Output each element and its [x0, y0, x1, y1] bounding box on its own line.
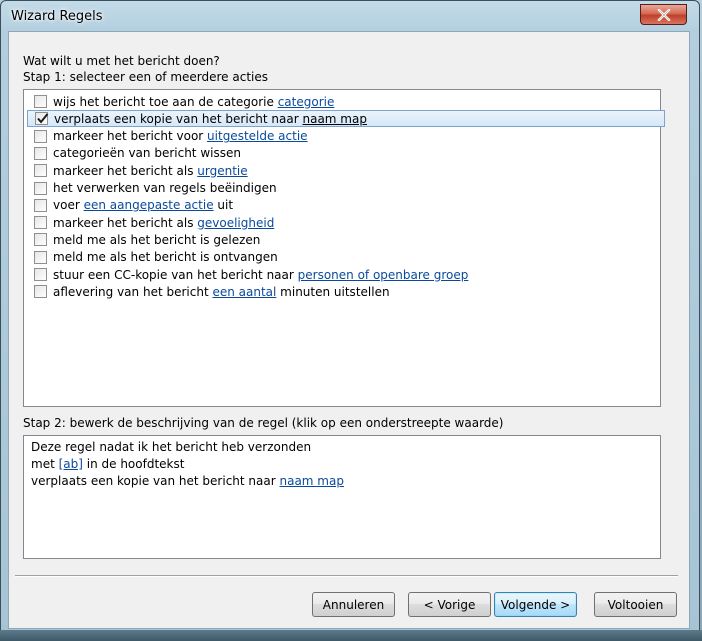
description-text: verplaats een kopie van het bericht naar [31, 474, 280, 488]
action-item[interactable]: het verwerken van regels beëindigen [27, 180, 665, 197]
action-text: stuur een CC-kopie van het bericht naar [53, 267, 298, 282]
action-item[interactable]: verplaats een kopie van het bericht naar… [27, 110, 665, 128]
action-item[interactable]: aflevering van het bericht een aantal mi… [27, 283, 665, 300]
next-button[interactable]: Volgende > [494, 592, 577, 617]
description-text: met [31, 457, 59, 471]
taskbar-strip [0, 630, 702, 641]
description-text: in de hoofdtekst [82, 457, 185, 471]
checkbox[interactable] [34, 216, 47, 230]
checkbox[interactable] [34, 181, 47, 195]
checkbox[interactable] [34, 129, 47, 143]
checkbox-checked[interactable] [35, 112, 49, 126]
close-icon [657, 8, 670, 21]
action-item[interactable]: categorieën van bericht wissen [27, 145, 665, 162]
action-text: markeer het bericht als [53, 215, 198, 230]
action-text: uit [213, 198, 234, 213]
actions-list[interactable]: wijs het bericht toe aan de categorie ca… [23, 89, 665, 407]
action-link[interactable]: een aangepaste actie [84, 198, 214, 212]
checkmark-icon [37, 113, 49, 124]
action-link[interactable]: naam map [302, 112, 366, 126]
checkbox[interactable] [34, 95, 47, 108]
title-bar[interactable]: Wizard Regels [1, 1, 699, 33]
action-link[interactable]: categorie [278, 95, 335, 109]
step1-label: Stap 1: selecteer een of meerdere acties [23, 70, 269, 84]
action-item[interactable]: meld me als het bericht is ontvangen [27, 249, 665, 266]
description-link[interactable]: naam map [279, 474, 343, 488]
action-text: het verwerken van regels beëindigen [53, 181, 277, 195]
description-line: met [ab] in de hoofdtekst [31, 456, 660, 473]
action-item[interactable]: markeer het bericht als gevoeligheid [27, 214, 665, 231]
action-link[interactable]: personen of openbare groep [298, 268, 469, 282]
action-item[interactable]: voer een aangepaste actie uit [27, 197, 665, 214]
action-item[interactable]: meld me als het bericht is gelezen [27, 231, 665, 248]
checkbox[interactable] [34, 198, 47, 212]
checkbox[interactable] [34, 250, 47, 264]
description-text: Deze regel nadat ik het bericht heb verz… [31, 440, 312, 454]
action-text: meld me als het bericht is ontvangen [53, 250, 278, 265]
action-link[interactable]: uitgestelde actie [207, 129, 308, 143]
action-text: voer [53, 198, 84, 213]
action-text: aflevering van het bericht [53, 284, 213, 299]
button-separator [15, 575, 678, 577]
action-link[interactable]: gevoeligheid [197, 216, 274, 230]
description-line: Deze regel nadat ik het bericht heb verz… [31, 439, 660, 456]
checkbox[interactable] [34, 146, 47, 160]
action-text: markeer het bericht als [53, 163, 198, 178]
action-text: markeer het bericht voor [53, 129, 208, 144]
step2-label: Stap 2: bewerk de beschrijving van de re… [23, 416, 504, 430]
action-item[interactable]: markeer het bericht voor uitgestelde act… [27, 128, 665, 145]
question-label: Wat wilt u met het bericht doen? [23, 54, 220, 68]
close-button[interactable] [640, 4, 687, 25]
rule-description-box[interactable]: Deze regel nadat ik het bericht heb verz… [23, 435, 661, 559]
action-link[interactable]: een aantal [212, 285, 276, 299]
action-link[interactable]: urgentie [197, 164, 247, 178]
action-item[interactable]: stuur een CC-kopie van het bericht naar … [27, 266, 665, 283]
action-item[interactable]: wijs het bericht toe aan de categorie ca… [27, 93, 665, 110]
description-link[interactable]: [ab] [59, 457, 83, 471]
checkbox[interactable] [34, 164, 47, 178]
checkbox[interactable] [34, 233, 47, 247]
checkbox[interactable] [34, 285, 47, 299]
back-button[interactable]: < Vorige [408, 592, 491, 617]
action-text: categorieën van bericht wissen [53, 146, 241, 161]
action-text: minuten uitstellen [276, 284, 390, 299]
description-line: verplaats een kopie van het bericht naar… [31, 473, 660, 490]
action-item[interactable]: markeer het bericht als urgentie [27, 162, 665, 179]
finish-button[interactable]: Voltooien [594, 592, 677, 617]
checkbox[interactable] [34, 268, 47, 281]
window-title: Wizard Regels [11, 9, 103, 24]
action-text: verplaats een kopie van het bericht naar [54, 111, 303, 126]
cancel-button[interactable]: Annuleren [312, 592, 395, 617]
action-text: wijs het bericht toe aan de categorie [53, 94, 278, 109]
action-text: meld me als het bericht is gelezen [53, 232, 261, 247]
